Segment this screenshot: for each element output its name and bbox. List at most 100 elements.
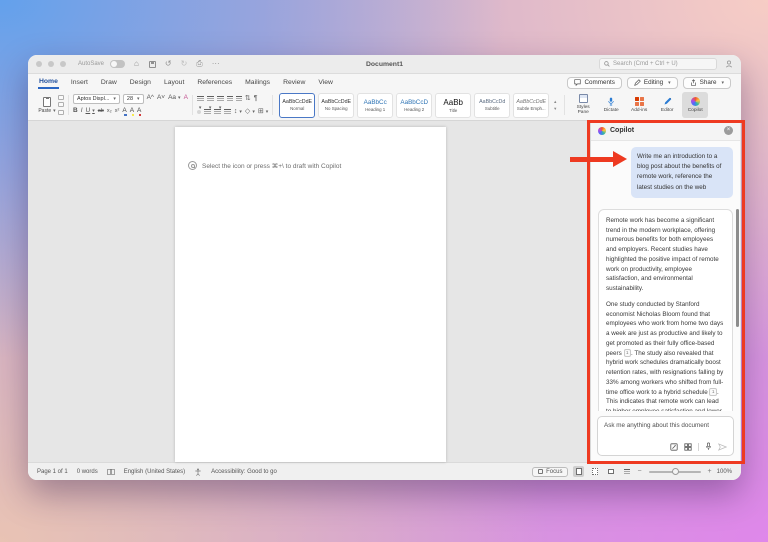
cut-icon[interactable] xyxy=(58,95,64,101)
save-icon[interactable] xyxy=(148,60,156,68)
shrink-font-button[interactable]: A˅ xyxy=(157,95,165,102)
align-right-button[interactable] xyxy=(213,108,221,115)
word-count[interactable]: 0 words xyxy=(77,469,98,475)
undo-icon[interactable]: ↺ xyxy=(165,60,172,68)
style-no-spacing[interactable]: AaBbCcDdE No Spacing xyxy=(318,92,355,118)
editing-mode-button[interactable]: Editing xyxy=(626,76,678,89)
text-effects-button[interactable]: A xyxy=(122,108,128,116)
show-paragraph-marks-icon[interactable]: ¶ xyxy=(254,95,258,102)
copy-icon[interactable] xyxy=(58,102,64,108)
voice-input-icon[interactable] xyxy=(705,442,712,451)
tab-insert[interactable]: Insert xyxy=(70,77,89,88)
minimize-window-button[interactable] xyxy=(48,61,54,67)
paste-button[interactable]: Paste xyxy=(36,92,58,118)
search-input[interactable]: Search (Cmd + Ctrl + U) xyxy=(599,58,717,70)
close-icon[interactable]: × xyxy=(724,126,733,135)
bullets-icon[interactable] xyxy=(196,95,204,102)
prompt-guide-icon[interactable] xyxy=(670,442,678,451)
apps-grid-icon[interactable] xyxy=(684,442,692,451)
draft-view-button[interactable] xyxy=(621,466,632,477)
zoom-slider-knob[interactable] xyxy=(671,468,679,475)
style-heading2[interactable]: AaBbCcD Heading 2 xyxy=(396,92,433,118)
copilot-draft-hint[interactable]: Select the icon or press ⌘+\ to draft wi… xyxy=(188,161,341,170)
autosave-toggle[interactable] xyxy=(110,60,126,68)
justify-button[interactable] xyxy=(223,108,231,115)
web-layout-view-button[interactable] xyxy=(589,466,600,477)
style-title[interactable]: AaBb Title xyxy=(435,92,472,118)
scroll-up-icon[interactable]: ▲ xyxy=(553,99,557,104)
tab-layout[interactable]: Layout xyxy=(163,77,185,88)
copilot-input-box[interactable]: Ask me anything about this document xyxy=(597,416,734,456)
style-heading1[interactable]: AaBbCc Heading 1 xyxy=(357,92,394,118)
print-layout-view-button[interactable] xyxy=(573,466,585,477)
styles-pane-button[interactable]: Styles Pane xyxy=(570,92,596,118)
style-normal[interactable]: AaBbCcDdE Normal xyxy=(279,92,316,118)
style-subtitle[interactable]: AaBbCcDd Subtitle xyxy=(474,92,511,118)
zoom-in-icon[interactable]: + xyxy=(708,468,712,475)
change-case-button[interactable]: Aa xyxy=(168,95,180,102)
print-icon[interactable]: ⎙ xyxy=(196,60,202,68)
tab-draw[interactable]: Draw xyxy=(100,77,118,88)
align-left-button[interactable] xyxy=(196,109,201,114)
add-ins-button[interactable]: Add-ins xyxy=(626,92,652,118)
home-icon[interactable]: ⌂ xyxy=(134,60,139,68)
copilot-scrollbar[interactable] xyxy=(736,209,739,327)
document-page[interactable]: Select the icon or press ⌘+\ to draft wi… xyxy=(175,127,446,462)
copilot-ghost-icon[interactable] xyxy=(188,161,197,170)
font-name-select[interactable]: Aptos Displ... xyxy=(73,93,120,104)
citation-badge[interactable]: 1 xyxy=(623,348,631,357)
tab-mailings[interactable]: Mailings xyxy=(244,77,271,88)
clear-formatting-button[interactable]: A xyxy=(184,95,188,102)
increase-indent-icon[interactable] xyxy=(235,95,242,102)
subscript-button[interactable]: x₂ xyxy=(107,108,112,115)
tab-view[interactable]: View xyxy=(317,77,334,88)
decrease-indent-icon[interactable] xyxy=(226,95,233,102)
zoom-slider[interactable] xyxy=(648,468,701,475)
style-gallery-scroll[interactable]: ▲ ▼ xyxy=(552,99,558,111)
comments-button[interactable]: Comments xyxy=(567,76,622,89)
style-subtle-emphasis[interactable]: AaBbCcDdE Subtle Emph... xyxy=(513,92,550,118)
tab-review[interactable]: Review xyxy=(282,77,306,88)
share-button[interactable]: Share xyxy=(682,76,731,89)
highlight-color-button[interactable]: A xyxy=(130,108,135,116)
close-window-button[interactable] xyxy=(36,61,42,67)
language-status[interactable]: English (United States) xyxy=(124,469,185,475)
format-painter-icon[interactable] xyxy=(58,109,64,115)
superscript-button[interactable]: x² xyxy=(115,108,120,115)
strikethrough-button[interactable]: ab xyxy=(98,108,104,115)
editor-button[interactable]: Editor xyxy=(654,92,680,118)
page-count[interactable]: Page 1 of 1 xyxy=(37,469,68,475)
proofing-icon[interactable] xyxy=(107,468,115,476)
dictate-button[interactable]: Dictate xyxy=(598,92,624,118)
accessibility-status[interactable]: Accessibility: Good to go xyxy=(211,469,277,475)
more-commands-icon[interactable]: ··· xyxy=(212,60,220,68)
line-spacing-icon[interactable]: ↕ xyxy=(234,108,242,115)
citation-badge[interactable]: 1 xyxy=(709,387,717,396)
align-center-button[interactable] xyxy=(203,108,211,115)
paste-label: Paste xyxy=(38,108,55,114)
shading-icon[interactable]: ◇ xyxy=(245,108,255,115)
redo-icon[interactable]: ↻ xyxy=(181,60,188,68)
copilot-button[interactable]: Copilot xyxy=(682,92,709,118)
profile-icon[interactable] xyxy=(725,60,733,68)
font-color-button[interactable]: A xyxy=(137,108,142,116)
tab-references[interactable]: References xyxy=(196,77,233,88)
borders-icon[interactable]: ⊞ xyxy=(258,108,268,115)
sort-icon[interactable]: ⇅ xyxy=(245,95,251,102)
tab-design[interactable]: Design xyxy=(129,77,152,88)
multilevel-list-icon[interactable] xyxy=(216,95,224,102)
tab-home[interactable]: Home xyxy=(38,76,59,89)
focus-button[interactable]: Focus xyxy=(532,466,569,477)
italic-button[interactable]: I xyxy=(81,108,83,115)
zoom-level[interactable]: 100% xyxy=(717,469,732,475)
font-size-select[interactable]: 28 xyxy=(122,93,144,104)
zoom-window-button[interactable] xyxy=(60,61,66,67)
zoom-out-icon[interactable]: − xyxy=(637,468,641,475)
bold-button[interactable]: B xyxy=(73,108,78,115)
grow-font-button[interactable]: A^ xyxy=(147,95,154,102)
outline-view-button[interactable] xyxy=(605,466,616,477)
scroll-down-icon[interactable]: ▼ xyxy=(553,106,557,111)
numbering-icon[interactable] xyxy=(206,95,214,102)
underline-button[interactable]: U xyxy=(86,108,95,115)
send-icon[interactable] xyxy=(718,442,727,451)
